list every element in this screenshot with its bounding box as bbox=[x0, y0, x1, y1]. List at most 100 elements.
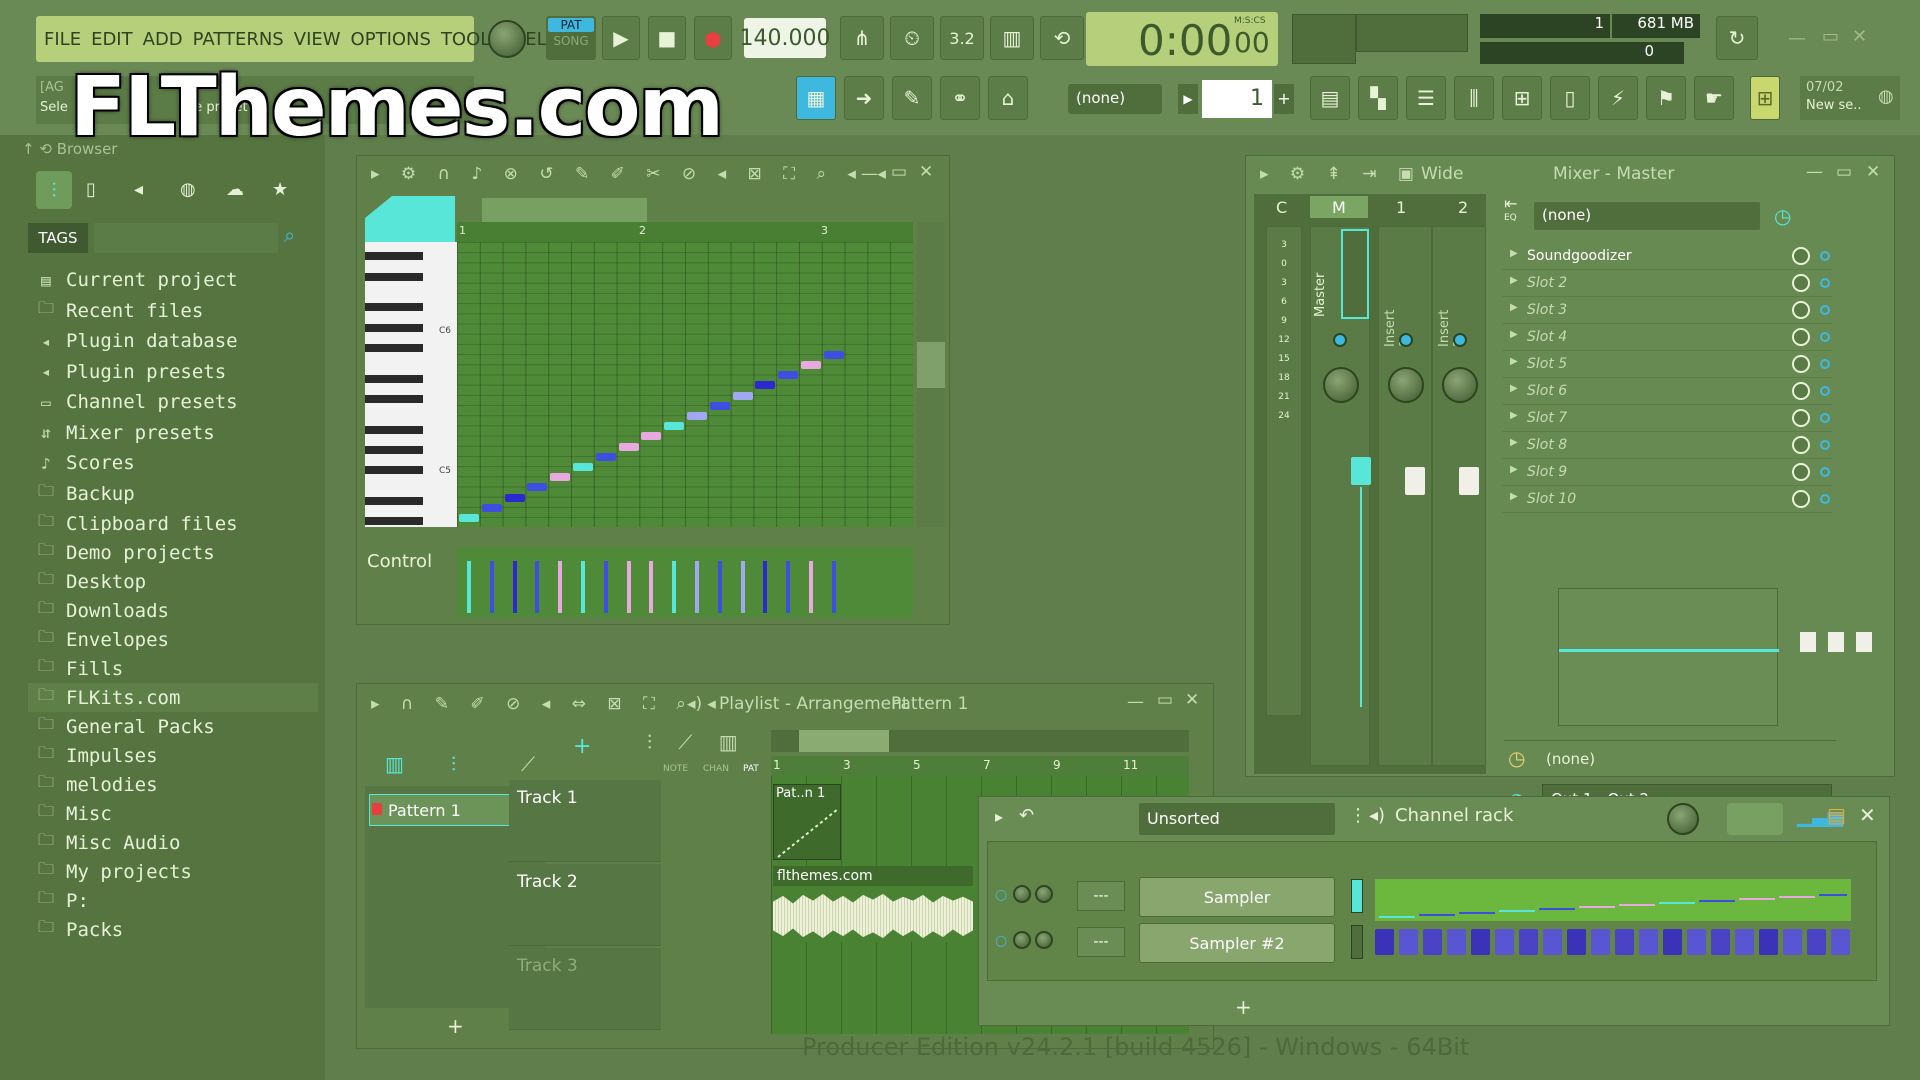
note[interactable] bbox=[823, 350, 844, 359]
step-button[interactable] bbox=[1543, 929, 1562, 955]
slot-expand-icon[interactable]: ▶ bbox=[1510, 302, 1518, 313]
step-button[interactable] bbox=[1399, 929, 1418, 955]
step-button[interactable] bbox=[1495, 929, 1514, 955]
browser-item[interactable]: ◂ Plugin database bbox=[28, 326, 318, 357]
piano-roll-maximize[interactable]: ▭ bbox=[891, 162, 907, 182]
slot-enable-led[interactable] bbox=[1820, 278, 1830, 288]
effect-slot[interactable]: ▶ Slot 5 bbox=[1502, 351, 1832, 378]
effect-slot[interactable]: ▶ Slot 7 bbox=[1502, 405, 1832, 432]
slot-enable-led[interactable] bbox=[1820, 332, 1830, 342]
eq-bands[interactable] bbox=[1794, 588, 1874, 708]
step-button[interactable] bbox=[1591, 929, 1610, 955]
velocity-bar[interactable] bbox=[603, 561, 608, 613]
note[interactable] bbox=[573, 463, 593, 471]
playlist-hscroll[interactable] bbox=[771, 730, 1189, 752]
stop-button[interactable]: ■ bbox=[648, 16, 686, 60]
browser-item[interactable]: 🗀 General Packs bbox=[28, 712, 318, 741]
velocity-bar[interactable] bbox=[649, 561, 654, 613]
black-key[interactable] bbox=[365, 395, 423, 403]
insert-2-pan-knob[interactable] bbox=[1442, 367, 1478, 403]
browser-item[interactable]: 🗀 melodies bbox=[28, 770, 318, 799]
note[interactable] bbox=[778, 371, 799, 380]
velocity-bar[interactable] bbox=[786, 561, 791, 613]
step-button[interactable] bbox=[1471, 929, 1490, 955]
slot-mix-knob[interactable] bbox=[1792, 301, 1810, 319]
pattern-number[interactable]: 1 bbox=[1202, 80, 1272, 118]
step-button[interactable] bbox=[1375, 929, 1394, 955]
velocity-bar[interactable] bbox=[695, 561, 699, 613]
insert-2-fader[interactable] bbox=[1459, 467, 1479, 495]
rack-options-icon[interactable]: ⋮ bbox=[1349, 805, 1367, 826]
cloud-tab-icon[interactable]: ☁ bbox=[226, 179, 244, 200]
effect-slot[interactable]: ▶ Slot 8 bbox=[1502, 432, 1832, 459]
send-value[interactable]: (none) bbox=[1546, 750, 1595, 768]
piano-roll-minimize[interactable]: — bbox=[861, 164, 878, 184]
project-info-button[interactable]: ▯ bbox=[1550, 76, 1590, 120]
channel-1-led[interactable]: ○ bbox=[995, 887, 1007, 903]
menu-view[interactable]: VIEW bbox=[294, 29, 341, 50]
online-button[interactable]: ↻ bbox=[1716, 16, 1758, 60]
channel-2-button[interactable]: Sampler #2 bbox=[1139, 923, 1335, 963]
add-pattern-button[interactable]: + bbox=[1274, 84, 1294, 114]
pianoroll-view-button[interactable]: ▦ bbox=[796, 76, 836, 120]
insert-1-pan-knob[interactable] bbox=[1388, 367, 1424, 403]
black-key[interactable] bbox=[365, 466, 423, 475]
step-button[interactable] bbox=[1519, 929, 1538, 955]
slot-mix-knob[interactable] bbox=[1792, 328, 1810, 346]
slot-mix-knob[interactable] bbox=[1792, 355, 1810, 373]
slot-mix-knob[interactable] bbox=[1792, 463, 1810, 481]
slot-expand-icon[interactable]: ▶ bbox=[1510, 383, 1518, 394]
slot-enable-led[interactable] bbox=[1820, 494, 1830, 504]
note[interactable] bbox=[709, 401, 730, 410]
rack-swing-knob[interactable] bbox=[1667, 803, 1699, 835]
add-pattern-plus[interactable]: + bbox=[447, 1014, 464, 1038]
channel-1-select[interactable] bbox=[1351, 879, 1363, 913]
insert-1-fader[interactable] bbox=[1405, 467, 1425, 495]
slot-expand-icon[interactable]: ▶ bbox=[1510, 437, 1518, 448]
velocity-bar[interactable] bbox=[467, 561, 471, 613]
piano-roll-close[interactable]: ✕ bbox=[919, 162, 933, 182]
browser-item[interactable]: 🗀 Fills bbox=[28, 654, 318, 683]
channel-1-volume-knob[interactable] bbox=[1035, 885, 1053, 903]
menu-edit[interactable]: EDIT bbox=[91, 29, 133, 50]
tools-button[interactable]: ☛ bbox=[1694, 76, 1734, 120]
picker-patterns-icon[interactable]: ▥ bbox=[385, 752, 404, 776]
note[interactable] bbox=[755, 381, 776, 390]
record-button[interactable]: ● bbox=[694, 16, 732, 60]
tab-note[interactable]: NOTE bbox=[663, 764, 688, 774]
mixer-button[interactable]: ⫼ bbox=[1454, 76, 1494, 120]
step-button[interactable] bbox=[1759, 929, 1778, 955]
effect-slot[interactable]: ▶ Slot 10 bbox=[1502, 486, 1832, 513]
rack-menu-icon[interactable]: ▸ bbox=[995, 807, 1003, 826]
playlist-hscroll-thumb[interactable] bbox=[799, 730, 889, 752]
step-button[interactable] bbox=[1807, 929, 1826, 955]
wait-input-button[interactable]: ⏲ bbox=[890, 16, 934, 60]
slot-mix-knob[interactable] bbox=[1792, 490, 1810, 508]
channel-1-button[interactable]: Sampler bbox=[1139, 877, 1335, 917]
eq-band-low[interactable] bbox=[1800, 632, 1816, 652]
black-key[interactable] bbox=[365, 252, 423, 261]
draw-tool-button[interactable]: ✎ bbox=[892, 76, 932, 120]
menu-file[interactable]: FILE bbox=[44, 29, 81, 50]
browser-item[interactable]: 🗀 P: bbox=[28, 886, 318, 915]
shop-button[interactable]: ⊞ bbox=[1750, 76, 1780, 120]
countdown-button[interactable]: 3.2 bbox=[940, 16, 984, 60]
slot-enable-led[interactable] bbox=[1820, 467, 1830, 477]
step-button[interactable] bbox=[1687, 929, 1706, 955]
mixer-minimize[interactable]: — bbox=[1806, 162, 1823, 182]
plugins-tab-icon[interactable]: ◂ bbox=[134, 179, 143, 200]
note[interactable] bbox=[481, 503, 502, 512]
search-icon[interactable]: ⌕ bbox=[284, 223, 295, 247]
track-3-header[interactable]: Track 3 bbox=[509, 948, 661, 1030]
velocity-bar[interactable] bbox=[672, 561, 677, 613]
picker-automation-icon[interactable]: ⟋ bbox=[521, 752, 535, 776]
browser-item[interactable]: 🗀 My projects bbox=[28, 857, 318, 886]
eq-band-high[interactable] bbox=[1856, 632, 1872, 652]
velocity-lane[interactable] bbox=[457, 547, 913, 617]
step-view-icon[interactable]: ▤ bbox=[1827, 803, 1846, 827]
slot-enable-led[interactable] bbox=[1820, 413, 1830, 423]
browser-item[interactable]: 🗀 Packs bbox=[28, 915, 318, 944]
channel-2-led[interactable]: ○ bbox=[995, 933, 1007, 949]
slot-expand-icon[interactable]: ▶ bbox=[1510, 464, 1518, 475]
pattern-clip[interactable]: Pat..n 1 bbox=[773, 784, 841, 860]
